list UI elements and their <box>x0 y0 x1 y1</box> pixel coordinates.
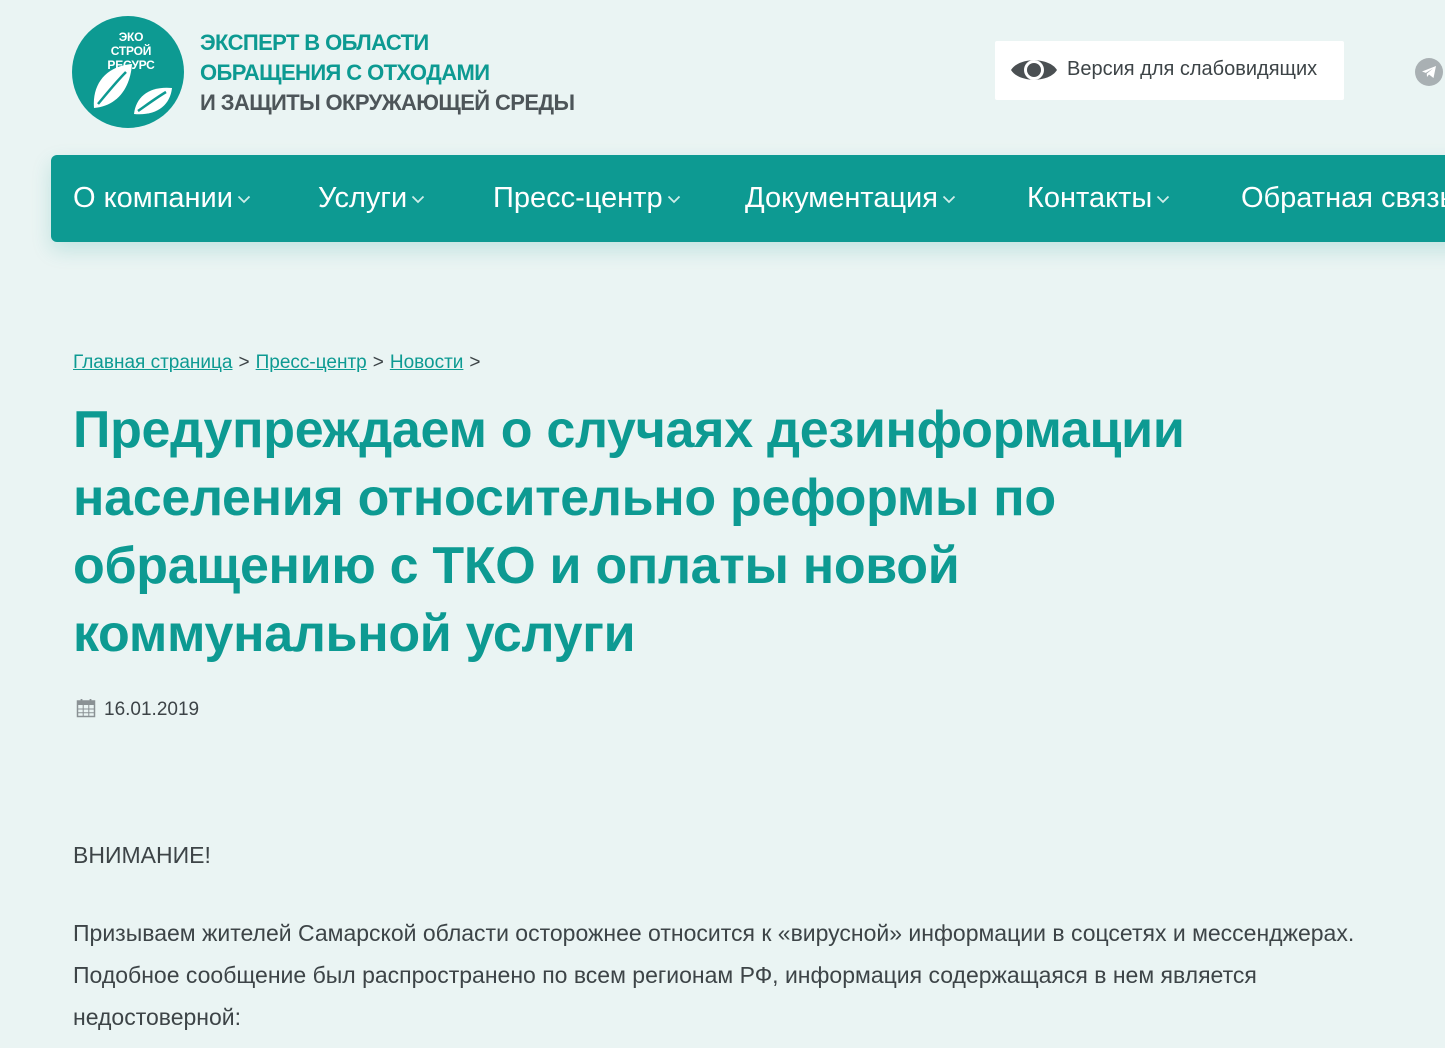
nav-item-documentation[interactable]: Документация <box>745 155 956 242</box>
attention-heading: ВНИМАНИЕ! <box>73 842 211 868</box>
breadcrumb-separator: > <box>469 352 481 373</box>
vision-version-label: Версия для слабовидящих <box>1067 58 1318 80</box>
chevron-down-icon <box>1157 195 1170 204</box>
telegram-icon <box>1422 66 1436 78</box>
nav-item-services[interactable]: Услуги <box>318 155 425 242</box>
telegram-link[interactable] <box>1415 58 1443 86</box>
page: ЭКО СТРОЙ РЕСУРС ЭКСПЕРТ В ОБЛАСТИ ОБРАЩ… <box>0 0 1445 1048</box>
article-date-value: 16.01.2019 <box>104 699 200 720</box>
nav-item-contacts[interactable]: Контакты <box>1027 155 1170 242</box>
nav-item-label: Пресс-центр <box>493 182 663 214</box>
page-title: Предупреждаем о случаях дезинформации на… <box>73 401 1185 663</box>
breadcrumb-news[interactable]: Новости <box>390 352 464 373</box>
logo-line: ЭКО <box>118 30 144 44</box>
logo-line: РЕСУРС <box>107 58 155 72</box>
nav-item-press-center[interactable]: Пресс-центр <box>493 155 681 242</box>
calendar-icon <box>76 699 96 718</box>
tagline: ЭКСПЕРТ В ОБЛАСТИ ОБРАЩЕНИЯ С ОТХОДАМИ И… <box>200 28 575 118</box>
tagline-line-1: ЭКСПЕРТ В ОБЛАСТИ <box>200 30 429 55</box>
breadcrumb-home[interactable]: Главная страница <box>73 352 233 373</box>
nav-item-label: О компании <box>73 182 233 214</box>
chevron-down-icon <box>412 195 425 204</box>
chevron-down-icon <box>237 195 251 204</box>
tagline-line-2: ОБРАЩЕНИЯ С ОТХОДАМИ <box>200 60 490 85</box>
chevron-down-icon <box>667 195 680 204</box>
logo-text: ЭКО СТРОЙ РЕСУРС <box>100 30 162 72</box>
nav-item-feedback[interactable]: Обратная связь <box>1241 155 1445 242</box>
nav-item-label: Обратная связь <box>1241 182 1445 214</box>
nav-item-label: Документация <box>745 182 938 214</box>
breadcrumb-separator: > <box>238 352 250 373</box>
logo[interactable]: ЭКО СТРОЙ РЕСУРС <box>72 16 184 128</box>
chevron-down-icon <box>942 195 956 204</box>
breadcrumb-press-center[interactable]: Пресс-центр <box>256 352 367 373</box>
eye-icon <box>1011 60 1057 80</box>
logo-line: СТРОЙ <box>110 44 152 58</box>
breadcrumb: Главная страница > Пресс-центр > Новости > <box>73 352 487 374</box>
nav-item-company[interactable]: О компании <box>73 155 251 242</box>
breadcrumb-separator: > <box>372 352 384 373</box>
nav-item-label: Услуги <box>318 182 408 214</box>
header: ЭКО СТРОЙ РЕСУРС ЭКСПЕРТ В ОБЛАСТИ ОБРАЩ… <box>0 0 1445 150</box>
article-paragraph: Призываем жителей Самарской области осто… <box>73 920 1355 1030</box>
nav-item-label: Контакты <box>1027 182 1153 214</box>
tagline-line-3: И ЗАЩИТЫ ОКРУЖАЮЩЕЙ СРЕДЫ <box>200 90 575 115</box>
article-date: 16.01.2019 <box>76 698 199 721</box>
main-nav: О компании Услуги Пресс-центр Документац… <box>51 155 1445 242</box>
vision-version-button[interactable]: Версия для слабовидящих <box>995 41 1344 100</box>
